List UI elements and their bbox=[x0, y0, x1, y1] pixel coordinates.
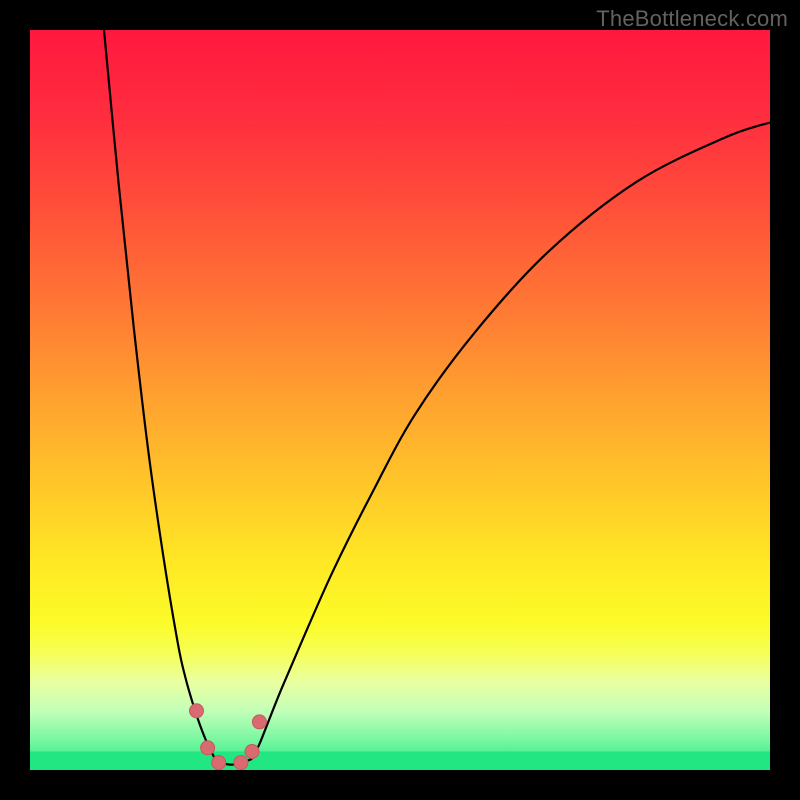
data-marker bbox=[234, 756, 248, 770]
data-marker bbox=[252, 715, 266, 729]
green-baseline-band bbox=[30, 752, 770, 771]
data-marker bbox=[245, 745, 259, 759]
bottleneck-chart bbox=[30, 30, 770, 770]
chart-frame bbox=[30, 30, 770, 770]
data-marker bbox=[190, 704, 204, 718]
data-marker bbox=[212, 756, 226, 770]
data-marker bbox=[201, 741, 215, 755]
watermark-text: TheBottleneck.com bbox=[596, 6, 788, 32]
